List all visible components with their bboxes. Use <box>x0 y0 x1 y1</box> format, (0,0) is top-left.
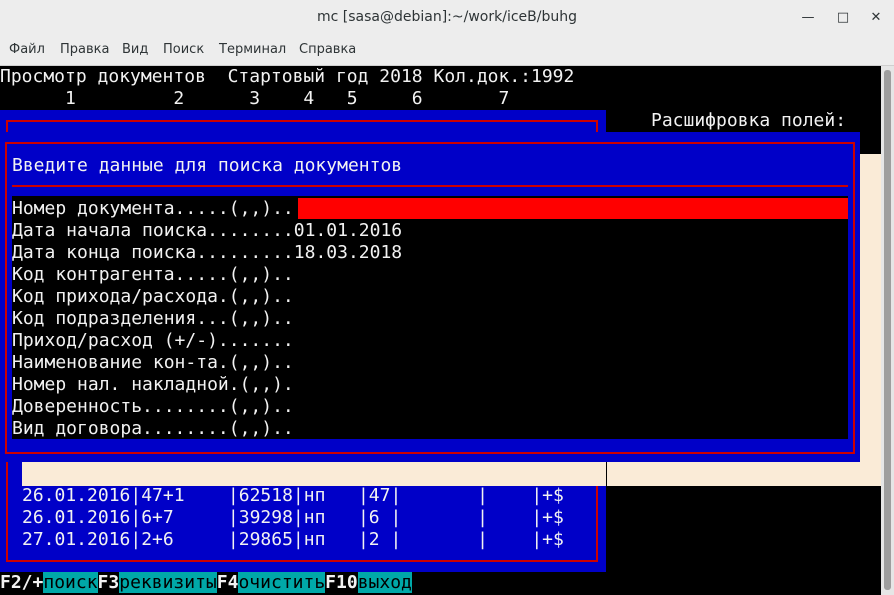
field-label: Вид договора........(,,).. <box>12 418 294 439</box>
fkey-f2[interactable]: F2/+ <box>0 572 43 593</box>
menu-file[interactable]: Файл <box>9 42 45 57</box>
window-title: mc [sasa@debian]:~/work/iceB/buhg <box>317 9 577 25</box>
scrollbar-thumb[interactable] <box>884 70 891 590</box>
fkey-f3[interactable]: F3 <box>98 572 120 593</box>
field-row[interactable]: Дата начала поиска........01.01.2016 <box>12 220 402 242</box>
menu-help[interactable]: Справка <box>299 42 356 57</box>
fkey-search-label[interactable]: поиск <box>43 572 98 593</box>
field-label: Наименование кон-та.(,,).. <box>12 352 294 373</box>
field-row[interactable]: Номер нал. накладной.(,,). <box>12 374 402 396</box>
field-label: Код прихода/расхода.(,,).. <box>12 286 294 307</box>
field-row[interactable]: Приход/расход (+/-)....... <box>12 330 402 352</box>
field-row[interactable]: Номер документа.....(,,).. <box>12 198 402 220</box>
field-value[interactable]: 01.01.2016 <box>294 220 402 241</box>
list-highlight-strip <box>22 460 606 486</box>
field-value[interactable]: 18.03.2018 <box>294 242 402 263</box>
fkey-f10[interactable]: F10 <box>325 572 358 593</box>
field-row[interactable]: Код контрагента.....(,,).. <box>12 264 402 286</box>
table-row[interactable]: 26.01.2016|6+7 |39298|нп |6 | | |+$ <box>22 507 564 529</box>
title-bar: mc [sasa@debian]:~/work/iceB/buhg — □ ✕ <box>0 0 894 37</box>
menu-edit[interactable]: Правка <box>60 42 109 57</box>
field-row[interactable]: Код прихода/расхода.(,,).. <box>12 286 402 308</box>
view-header: Просмотр документов Стартовый год 2018 К… <box>0 66 575 87</box>
field-label: Код подразделения...(,,).. <box>12 308 294 329</box>
menu-bar: Файл Правка Вид Поиск Терминал Справка <box>0 36 894 66</box>
fkey-requisites-label[interactable]: реквизиты <box>119 572 217 593</box>
field-label: Доверенность........(,,).. <box>12 396 294 417</box>
menu-terminal[interactable]: Терминал <box>219 42 286 57</box>
table-row[interactable]: 27.01.2016|2+6 |29865|нп |2 | | |+$ <box>22 529 564 551</box>
field-row[interactable]: Дата конца поиска.........18.03.2018 <box>12 242 402 264</box>
minimize-icon[interactable]: — <box>800 10 816 26</box>
field-label: Номер нал. накладной.(,,). <box>12 374 294 395</box>
dialog-fields: Номер документа.....(,,).. Дата начала п… <box>12 198 402 440</box>
field-row[interactable]: Доверенность........(,,).. <box>12 396 402 418</box>
fkey-clear-label[interactable]: очистить <box>238 572 326 593</box>
function-key-bar: F2/+поискF3реквизитыF4очиститьF10выход <box>0 572 412 594</box>
field-label: Приход/расход (+/-)....... <box>12 330 294 351</box>
field-label: Дата конца поиска......... <box>12 242 294 263</box>
field-row[interactable]: Код подразделения...(,,).. <box>12 308 402 330</box>
menu-view[interactable]: Вид <box>122 42 148 57</box>
column-numbers: 1 2 3 4 5 6 7 <box>0 88 510 109</box>
field-row[interactable]: Вид договора........(,,).. <box>12 418 402 440</box>
field-label: Дата начала поиска........ <box>12 220 294 241</box>
field-row[interactable]: Наименование кон-та.(,,).. <box>12 352 402 374</box>
fkey-f4[interactable]: F4 <box>217 572 239 593</box>
dialog-divider <box>12 185 848 187</box>
close-icon[interactable]: ✕ <box>868 10 884 26</box>
legend-title: Расшифровка полей: <box>651 110 847 131</box>
menu-search[interactable]: Поиск <box>163 42 204 57</box>
maximize-icon[interactable]: □ <box>835 10 851 26</box>
table-row[interactable]: 26.01.2016|47+1 |62518|нп |47| | |+$ <box>22 485 564 507</box>
field-label: Код контрагента.....(,,).. <box>12 264 294 285</box>
field-label: Номер документа.....(,,).. <box>12 198 294 219</box>
fkey-exit-label[interactable]: выход <box>357 572 412 593</box>
dialog-title: Введите данные для поиска документов <box>12 155 403 176</box>
